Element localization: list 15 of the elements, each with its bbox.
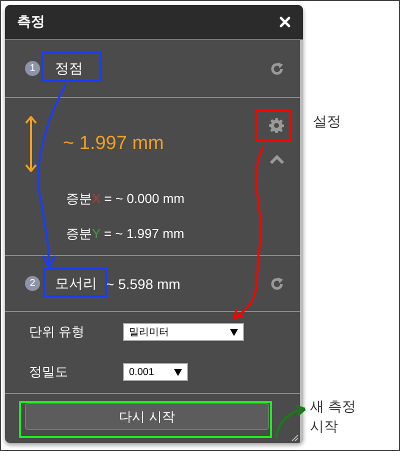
- step-label: 모서리: [55, 274, 97, 292]
- restart-button[interactable]: 다시 시작: [25, 403, 269, 430]
- field-label: 단위 유형: [29, 323, 86, 341]
- delta-value: 증분X = ~ 0.000 mm: [66, 190, 186, 208]
- distance-value: ~ 1.997 mm: [63, 133, 164, 155]
- delta-value: 증분Y = ~ 1.997 mm: [66, 225, 186, 243]
- annotation-label: 설정: [313, 113, 341, 131]
- dropdown[interactable]: 밀리미터: [123, 323, 244, 341]
- field-label: 정밀도: [29, 363, 69, 381]
- window-title: 측정: [17, 13, 45, 31]
- dropdown[interactable]: 0.001: [123, 363, 188, 381]
- step-label: 정점: [55, 60, 83, 78]
- annotation-label: 새 측정 시작: [310, 397, 357, 436]
- step-number: 1: [25, 61, 40, 76]
- step-number: 2: [25, 276, 40, 291]
